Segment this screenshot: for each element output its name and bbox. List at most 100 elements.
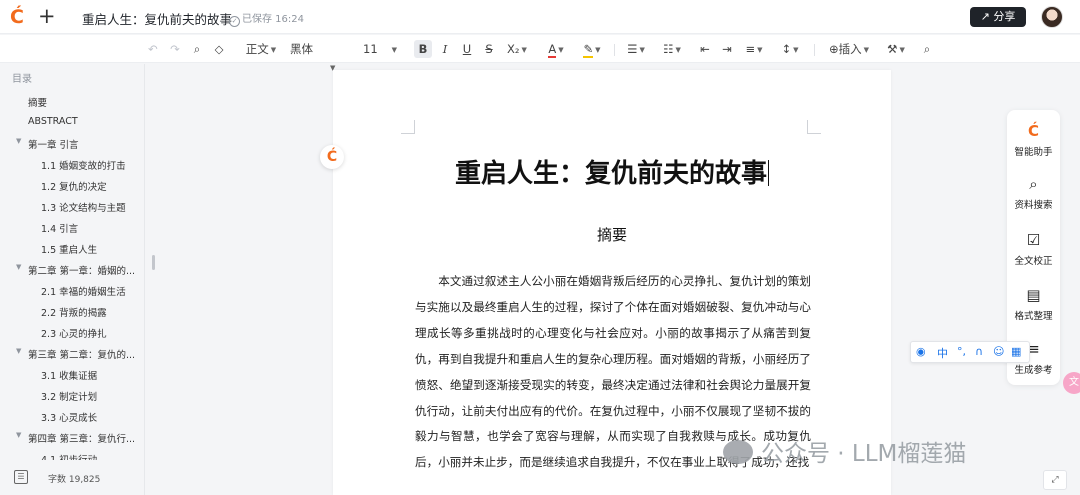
insert-menu-button[interactable]: ⊕插入 ▼ — [824, 40, 874, 58]
check-circle-icon: ✓ — [229, 16, 240, 27]
new-document-button[interactable]: + — [38, 5, 56, 27]
abstract-heading[interactable]: 摘要 — [333, 224, 891, 245]
toggle-outline-icon[interactable]: ☰ — [14, 470, 28, 484]
proofread-button[interactable]: ☑ 全文校正 — [1007, 231, 1060, 267]
toolbar-divider — [814, 44, 815, 56]
collapse-arrow-icon[interactable]: ▼ — [16, 347, 21, 355]
share-label: 分享 — [993, 10, 1016, 23]
font-family-select[interactable]: 黑体▼ — [290, 40, 356, 72]
numbered-list-button[interactable]: ☷ ▼ — [660, 40, 684, 58]
highlight-button[interactable]: ✎ ▼ — [578, 40, 606, 58]
ime-apps-icon[interactable]: ▦ — [1011, 345, 1021, 358]
text-cursor — [768, 160, 769, 186]
proofread-icon: ☑ — [1026, 231, 1041, 249]
strikethrough-button[interactable]: S — [482, 40, 496, 58]
ai-assistant-float-icon[interactable]: Ć — [320, 145, 344, 169]
panel-label: 全文校正 — [1014, 256, 1053, 267]
bullet-list-button[interactable]: ☰ ▼ — [624, 40, 648, 58]
format-cleanup-button[interactable]: ▤ 格式整理 — [1007, 286, 1060, 322]
toc-item[interactable]: ABSTRACT — [28, 116, 78, 127]
toc-item[interactable]: 3.3 心灵成长 — [41, 410, 97, 424]
user-avatar[interactable] — [1041, 6, 1063, 28]
font-size-value: 11 — [363, 42, 378, 56]
toc-item[interactable]: ▼ 第一章 引言 — [16, 137, 79, 151]
toc-item[interactable]: 1.3 论文结构与主题 — [41, 200, 126, 214]
toc-item[interactable]: 1.4 引言 — [41, 221, 78, 235]
subscript-label: X₂ — [507, 42, 520, 56]
toc-item[interactable]: ▼ 第二章 第一章：婚姻的... — [16, 263, 135, 277]
top-bar: Ć + 重启人生：复仇前夫的故事 ✓ 已保存 16:24 ↗ 分享 — [0, 0, 1080, 34]
italic-button[interactable]: I — [438, 40, 452, 58]
plus-circle-icon: ⊕ — [828, 42, 839, 56]
ime-mode-toggle[interactable]: 中 — [937, 345, 948, 361]
redo-icon[interactable]: ↷ — [168, 40, 182, 58]
bullet-list-icon: ☰ — [627, 42, 638, 56]
collapse-arrow-icon[interactable]: ▼ — [16, 263, 21, 271]
undo-icon[interactable]: ↶ — [146, 40, 160, 58]
document-heading[interactable]: 重启人生：复仇前夫的故事 — [333, 153, 891, 190]
translate-icon[interactable]: 文 — [1063, 372, 1080, 394]
formatting-toolbar: ↶ ↷ ⌕ ◇ 正文 ▼ 黑体▼ 11 ▼ B I U S X₂ ▼ A ▼ ✎ ▼ ☰ ▼… — [0, 35, 1080, 72]
font-size-select[interactable]: 11 ▼ — [363, 40, 399, 58]
toc-item[interactable]: 摘要 — [28, 95, 47, 109]
toc-item[interactable]: 3.2 制定计划 — [41, 389, 97, 403]
margin-corner-mark — [807, 120, 821, 134]
chevron-down-icon: ▼ — [899, 46, 905, 54]
sidebar-scrollbar[interactable] — [152, 255, 155, 270]
app-logo-icon[interactable]: Ć — [10, 7, 28, 27]
toc-item-label: 第一章 引言 — [28, 140, 79, 151]
font-color-button[interactable]: A ▼ — [542, 40, 570, 58]
format-painter-icon[interactable]: ⌕ — [190, 40, 204, 58]
chevron-down-icon: ▼ — [793, 46, 799, 54]
save-status-text: 已保存 16:24 — [242, 14, 304, 25]
share-button[interactable]: ↗ 分享 — [970, 7, 1026, 27]
wechat-icon — [723, 440, 753, 464]
bold-button[interactable]: B — [414, 40, 432, 58]
search-replace-icon[interactable]: ⌕ — [920, 40, 934, 58]
panel-label: 智能助手 — [1014, 147, 1053, 158]
tools-button[interactable]: ⚒ ▼ — [884, 40, 908, 58]
align-button[interactable]: ≡ ▼ — [742, 40, 766, 58]
font-color-icon: A — [548, 42, 557, 58]
subscript-button[interactable]: X₂ ▼ — [504, 40, 530, 58]
ime-punctuation-icon[interactable]: °, — [957, 345, 966, 358]
toc-item[interactable]: 2.3 心灵的挣扎 — [41, 326, 107, 340]
save-status: ✓ 已保存 16:24 — [229, 10, 304, 27]
underline-button[interactable]: U — [460, 40, 474, 58]
toc-item[interactable]: 1.1 婚姻变故的打击 — [41, 158, 126, 172]
assistant-logo-icon: Ć — [1027, 122, 1039, 140]
toc-item[interactable]: ▼ 第三章 第二章：复仇的... — [16, 347, 136, 361]
paragraph-style-select[interactable]: 正文 ▼ — [242, 40, 280, 58]
toc-item[interactable]: 4.1 初步行动 — [41, 452, 97, 460]
chevron-down-icon: ▼ — [391, 46, 398, 54]
collapse-arrow-icon[interactable]: ▼ — [16, 431, 21, 439]
expand-icon[interactable]: ⤢ — [1043, 470, 1067, 490]
chevron-down-icon: ▼ — [675, 46, 681, 54]
chevron-down-icon: ▼ — [595, 46, 601, 54]
toc-item[interactable]: 2.1 幸福的婚姻生活 — [41, 284, 126, 298]
toc-item[interactable]: 2.2 背叛的揭露 — [41, 305, 107, 319]
toc-item[interactable]: 3.1 收集证据 — [41, 368, 97, 382]
ime-emoji-icon[interactable]: ☺ — [993, 345, 1004, 358]
smart-assistant-button[interactable]: Ć 智能助手 — [1007, 122, 1060, 158]
numbered-list-icon: ☷ — [663, 42, 674, 56]
toc-item-label: 第三章 第二章：复仇的... — [28, 350, 136, 361]
toc-item[interactable]: 1.2 复仇的决定 — [41, 179, 107, 193]
ime-voice-icon[interactable]: ∩ — [975, 345, 983, 358]
collapse-arrow-icon[interactable]: ▼ — [16, 137, 21, 145]
chevron-down-icon: ▼ — [757, 46, 763, 54]
indent-icon[interactable]: ⇥ — [720, 40, 734, 58]
paragraph-style-value: 正文 — [245, 42, 269, 56]
material-search-button[interactable]: ⌕ 资料搜索 — [1007, 175, 1060, 211]
clear-format-icon[interactable]: ◇ — [212, 40, 226, 58]
ime-toolbar: ◉ 中 °, ∩ ☺ ▦ — [910, 341, 1030, 363]
chevron-down-icon: ▼ — [558, 46, 564, 54]
toc-item[interactable]: 1.5 重启人生 — [41, 242, 97, 256]
toc-item[interactable]: ▼ 第四章 第三章：复仇行... — [16, 431, 135, 445]
line-spacing-button[interactable]: ↕ ▼ — [778, 40, 802, 58]
ime-logo-icon[interactable]: ◉ — [916, 345, 926, 358]
document-page[interactable]: 重启人生：复仇前夫的故事 摘要 本文通过叙述主人公小丽在婚姻背叛后经历的心灵挣扎… — [333, 70, 891, 495]
document-title[interactable]: 重启人生：复仇前夫的故事 — [82, 9, 232, 28]
margin-corner-mark — [401, 120, 415, 134]
outdent-icon[interactable]: ⇤ — [698, 40, 712, 58]
